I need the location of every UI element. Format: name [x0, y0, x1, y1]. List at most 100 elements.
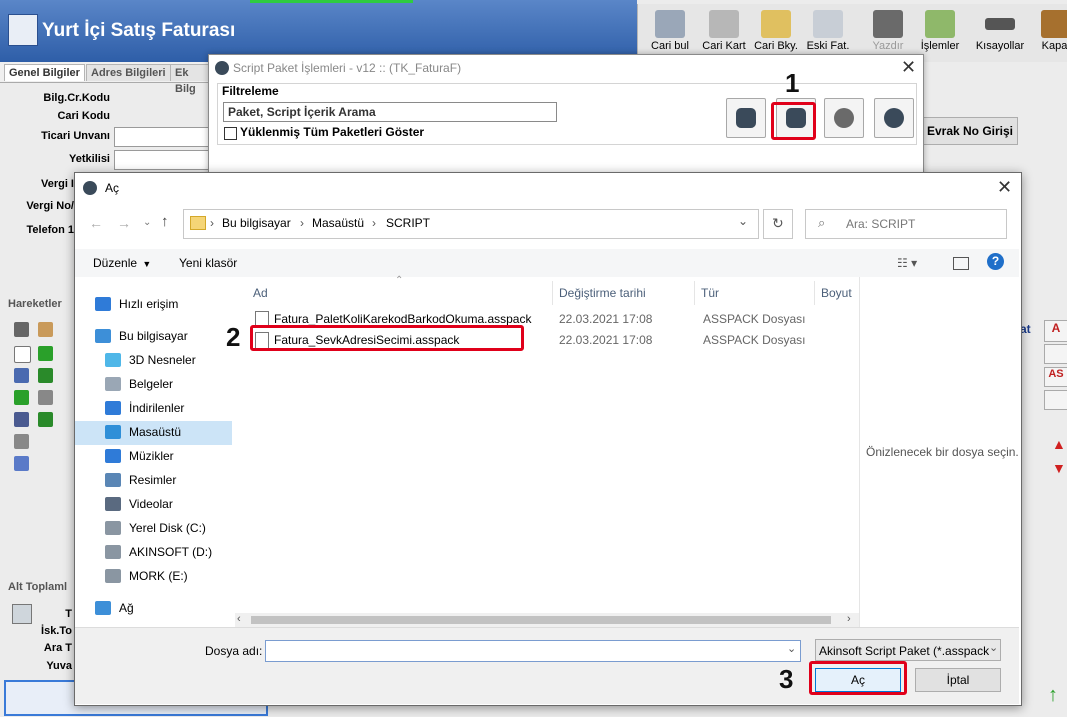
field-label-cari-kodu: Cari Kodu: [57, 110, 110, 122]
up-arrow-icon[interactable]: ↑: [161, 213, 169, 230]
field-label-bilg-cr-kodu: Bilg.Cr.Kodu: [43, 92, 110, 104]
tab-adres-bilgileri[interactable]: Adres Bilgileri: [86, 64, 171, 81]
column-header-type[interactable]: Tür: [695, 281, 815, 305]
new-folder-button[interactable]: Yeni klasör: [179, 256, 237, 270]
nav-item-resimler[interactable]: Resimler: [75, 469, 233, 491]
column-header-date[interactable]: Değiştirme tarihi: [553, 281, 695, 305]
reset-button[interactable]: [874, 98, 914, 138]
pause-icon[interactable]: [38, 412, 53, 427]
recent-locations-chevron-icon[interactable]: ⌄: [143, 217, 151, 228]
help-icon[interactable]: ?: [987, 253, 1004, 270]
replace-icon[interactable]: [38, 390, 53, 405]
search-box[interactable]: ⌕ Ara: SCRIPT: [805, 209, 1007, 239]
users-icon[interactable]: [14, 412, 29, 427]
field-label-telefon: Telefon 1: [26, 224, 74, 236]
organize-caret-icon: ▼: [142, 259, 152, 269]
nav-item-i-ndirilenler[interactable]: İndirilenler: [75, 397, 233, 419]
alt-field-ara-toplam: Ara T: [43, 642, 72, 654]
nav-item-label: Videolar: [129, 497, 173, 511]
chart-icon[interactable]: [1044, 390, 1067, 410]
breadcrumb-script[interactable]: SCRIPT: [386, 216, 430, 230]
ticari-unvani-input[interactable]: [114, 127, 212, 147]
green-arrow-up-icon[interactable]: ↑: [1048, 684, 1058, 707]
file-type: ASSPACK Dosyası: [703, 312, 806, 326]
disk-icon: [105, 569, 121, 583]
link-icon[interactable]: [14, 456, 29, 471]
breadcrumb-separator-icon: ›: [210, 216, 214, 230]
dollar-icon[interactable]: [38, 368, 53, 383]
preview-pane-icon[interactable]: [953, 257, 969, 270]
file-date: 22.03.2021 17:08: [559, 333, 653, 347]
field-label-ticari-unvani: Ticari Unvanı: [41, 130, 110, 142]
document-list-icon[interactable]: [14, 368, 29, 383]
nav-item-m-zikler[interactable]: Müzikler: [75, 445, 233, 467]
nav-item-label: Ağ: [119, 601, 134, 615]
scroll-left-icon[interactable]: ‹: [237, 613, 241, 625]
search-doc-icon[interactable]: [14, 434, 29, 449]
back-arrow-icon[interactable]: ←: [89, 215, 103, 231]
cloud-download-icon: [834, 108, 854, 128]
nav-item-mork-e-[interactable]: MORK (E:): [75, 565, 233, 587]
replace-text-icon[interactable]: [1044, 344, 1067, 364]
search-placeholder: Ara: SCRIPT: [846, 217, 916, 231]
package-search-input[interactable]: Paket, Script İçerik Arama: [223, 102, 557, 122]
scrollbar-thumb[interactable]: [251, 616, 831, 624]
forward-arrow-icon[interactable]: →: [117, 215, 131, 231]
file-type-filter-select[interactable]: Akinsoft Script Paket (*.asspack: [815, 639, 1001, 661]
package-icon[interactable]: [38, 322, 53, 337]
address-dropdown-chevron-icon[interactable]: ⌄: [738, 214, 748, 228]
cloud-download-button[interactable]: [824, 98, 864, 138]
toolbar-kisayollar-button[interactable]: Kısayollar: [974, 10, 1026, 62]
address-bar[interactable]: › Bu bilgisayar › Masaüstü › SCRIPT ⌄: [183, 209, 759, 239]
nav-item-bu-bilgisayar[interactable]: Bu bilgisayar: [75, 325, 233, 347]
evrak-no-girisi-button[interactable]: Evrak No Girişi: [922, 117, 1018, 145]
breadcrumb-bu-bilgisayar[interactable]: Bu bilgisayar: [222, 216, 291, 230]
breadcrumb-separator-icon: ›: [300, 216, 304, 230]
yetkilisi-input[interactable]: [114, 150, 212, 170]
progress-strip: [250, 0, 413, 3]
nav-item-masa-st-[interactable]: Masaüstü: [75, 421, 233, 443]
filename-dropdown-chevron-icon[interactable]: ⌄: [787, 642, 796, 655]
column-header-name[interactable]: Ad: [247, 281, 553, 305]
cancel-button[interactable]: İptal: [915, 668, 1001, 692]
open-dialog-close-icon[interactable]: ✕: [997, 177, 1012, 198]
nav-item-h-zl-eri-im[interactable]: Hızlı erişim: [75, 293, 233, 315]
scroll-right-icon[interactable]: ›: [847, 613, 851, 625]
new-document-icon[interactable]: [14, 346, 31, 363]
show-all-packages-checkbox[interactable]: [224, 127, 237, 140]
filename-input[interactable]: [265, 640, 801, 662]
script-gear-icon: [215, 61, 229, 75]
alt-toplamlar-section-header: Alt Toplaml: [8, 581, 68, 593]
annotation-number-1: 1: [785, 68, 800, 98]
view-options-icon[interactable]: ☷ ▾: [897, 256, 917, 270]
printer-icon: [873, 10, 903, 38]
tab-ek-bilgiler[interactable]: Ek Bilg: [170, 64, 210, 95]
nav-item-akinsoft-d-[interactable]: AKINSOFT (D:): [75, 541, 233, 563]
nav-item-3d-nesneler[interactable]: 3D Nesneler: [75, 349, 233, 371]
open-file-dialog: Aç ✕ ← → ⌄ ↑ › Bu bilgisayar › Masaüstü …: [74, 172, 1022, 706]
alt-field-yuvarlama: Yuva: [46, 660, 72, 672]
filter-dropdown-chevron-icon[interactable]: ⌄: [989, 641, 998, 654]
organize-menu-button[interactable]: Düzenle ▼: [93, 256, 151, 270]
nav-item-label: MORK (E:): [129, 569, 188, 583]
refresh-button[interactable]: ↻: [763, 209, 793, 239]
column-header-size[interactable]: Boyut: [815, 281, 859, 305]
tab-genel-bilgiler[interactable]: Genel Bilgiler: [4, 64, 85, 81]
plus-icon[interactable]: [38, 346, 53, 361]
horizontal-scrollbar[interactable]: ‹ ›: [235, 613, 859, 627]
gear-icon[interactable]: [14, 322, 29, 337]
nav-item-videolar[interactable]: Videolar: [75, 493, 233, 515]
right-tool-a[interactable]: A: [1044, 320, 1067, 342]
nav-item-yerel-disk-c-[interactable]: Yerel Disk (C:): [75, 517, 233, 539]
breadcrumb-masaustu[interactable]: Masaüstü: [312, 216, 364, 230]
door-icon: [1041, 10, 1067, 38]
toolbar-kapat-button[interactable]: Kapat: [1030, 10, 1067, 62]
arrow-down-icon[interactable]: ▼: [1052, 460, 1066, 476]
add-row-icon[interactable]: [14, 390, 29, 405]
nav-item-belgeler[interactable]: Belgeler: [75, 373, 233, 395]
nav-item-a-[interactable]: Ağ: [75, 597, 233, 619]
arrow-up-icon[interactable]: ▲: [1052, 436, 1066, 452]
add-package-button[interactable]: [726, 98, 766, 138]
script-dialog-close-icon[interactable]: ✕: [901, 57, 916, 78]
right-tool-as[interactable]: AS: [1044, 367, 1067, 387]
